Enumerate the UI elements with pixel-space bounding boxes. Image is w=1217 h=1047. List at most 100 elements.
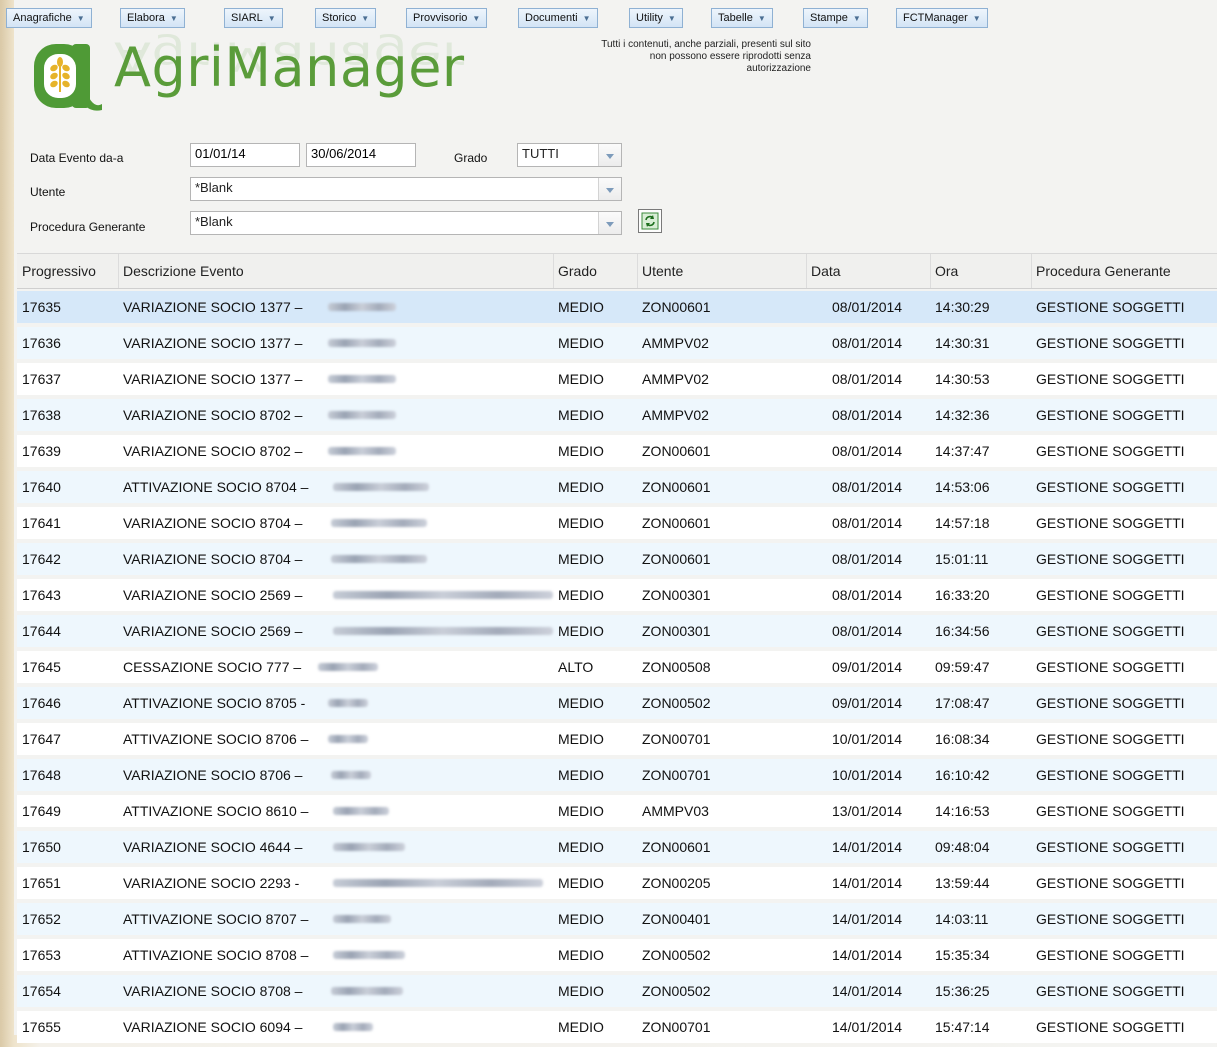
cell-ora: 16:33:20 bbox=[935, 587, 990, 603]
col-header-grado[interactable]: Grado bbox=[558, 263, 597, 279]
cell-procedura: GESTIONE SOGGETTI bbox=[1036, 803, 1185, 819]
cell-data: 08/01/2014 bbox=[832, 623, 903, 639]
col-header-utente[interactable]: Utente bbox=[642, 263, 683, 279]
cell-ora: 09:48:04 bbox=[935, 839, 990, 855]
table-row[interactable]: 17641 VARIAZIONE SOCIO 8704 – MEDIO ZON0060… bbox=[17, 507, 1217, 539]
cell-procedura: GESTIONE SOGGETTI bbox=[1036, 479, 1185, 495]
cell-descrizione: ATTIVAZIONE SOCIO 8708 – bbox=[123, 947, 309, 963]
cell-descrizione: VARIAZIONE SOCIO 6094 – bbox=[123, 1019, 303, 1035]
cell-ora: 14:30:31 bbox=[935, 335, 990, 351]
table-row[interactable]: 17650 VARIAZIONE SOCIO 4644 – MEDIO ZON0060… bbox=[17, 831, 1217, 863]
cell-ora: 14:37:47 bbox=[935, 443, 990, 459]
utente-select[interactable]: *Blank bbox=[190, 177, 622, 201]
chevron-down-icon[interactable] bbox=[598, 144, 621, 166]
col-header-procedura[interactable]: Procedura Generante bbox=[1036, 263, 1171, 279]
table-row[interactable]: 17635 VARIAZIONE SOCIO 1377 – MEDIO ZON0060… bbox=[17, 291, 1217, 323]
table-row[interactable]: 17654 VARIAZIONE SOCIO 8708 – MEDIO ZON0050… bbox=[17, 975, 1217, 1007]
redacted-name bbox=[331, 771, 371, 779]
menu-anagrafiche[interactable]: Anagrafiche ▼ bbox=[6, 8, 92, 28]
date-from-input[interactable]: 01/01/14 bbox=[190, 143, 300, 167]
cell-utente: ZON00401 bbox=[642, 911, 711, 927]
table-row[interactable]: 17639 VARIAZIONE SOCIO 8702 – MEDIO ZON0060… bbox=[17, 435, 1217, 467]
cell-utente: ZON00601 bbox=[642, 839, 711, 855]
table-row[interactable]: 17636 VARIAZIONE SOCIO 1377 – MEDIO AMMPV02… bbox=[17, 327, 1217, 359]
cell-ora: 16:34:56 bbox=[935, 623, 990, 639]
cell-utente: ZON00601 bbox=[642, 299, 711, 315]
table-row[interactable]: 17640 ATTIVAZIONE SOCIO 8704 – MEDIO ZON006… bbox=[17, 471, 1217, 503]
chevron-down-icon[interactable] bbox=[598, 178, 621, 200]
cell-descrizione: VARIAZIONE SOCIO 8708 – bbox=[123, 983, 303, 999]
table-row[interactable]: 17645 CESSAZIONE SOCIO 777 – ALTO ZON00508 0… bbox=[17, 651, 1217, 683]
procedura-label: Procedura Generante bbox=[30, 220, 146, 234]
cell-grado: MEDIO bbox=[558, 443, 604, 459]
table-row[interactable]: 17648 VARIAZIONE SOCIO 8706 – MEDIO ZON0070… bbox=[17, 759, 1217, 791]
cell-utente: ZON00601 bbox=[642, 515, 711, 531]
cell-utente: ZON00301 bbox=[642, 623, 711, 639]
table-row[interactable]: 17644 VARIAZIONE SOCIO 2569 – MEDIO ZON0030… bbox=[17, 615, 1217, 647]
table-row[interactable]: 17653 ATTIVAZIONE SOCIO 8708 – MEDIO ZON005… bbox=[17, 939, 1217, 971]
table-row[interactable]: 17643 VARIAZIONE SOCIO 2569 – MEDIO ZON0030… bbox=[17, 579, 1217, 611]
cell-procedura: GESTIONE SOGGETTI bbox=[1036, 299, 1185, 315]
menu-storico[interactable]: Storico ▼ bbox=[315, 8, 377, 28]
redacted-name bbox=[328, 735, 368, 743]
cell-descrizione: ATTIVAZIONE SOCIO 8706 – bbox=[123, 731, 309, 747]
cell-utente: AMMPV03 bbox=[642, 803, 709, 819]
menu-documenti[interactable]: Documenti ▼ bbox=[518, 8, 598, 28]
col-header-progressivo[interactable]: Progressivo bbox=[22, 263, 96, 279]
table-row[interactable]: 17642 VARIAZIONE SOCIO 8704 – MEDIO ZON0060… bbox=[17, 543, 1217, 575]
cell-grado: MEDIO bbox=[558, 947, 604, 963]
cell-grado: MEDIO bbox=[558, 839, 604, 855]
table-row[interactable]: 17646 ATTIVAZIONE SOCIO 8705 - MEDIO ZON005… bbox=[17, 687, 1217, 719]
cell-descrizione: ATTIVAZIONE SOCIO 8707 – bbox=[123, 911, 309, 927]
procedura-select[interactable]: *Blank bbox=[190, 211, 622, 235]
chevron-down-icon: ▼ bbox=[972, 14, 981, 23]
cell-data: 14/01/2014 bbox=[832, 839, 903, 855]
cell-utente: ZON00701 bbox=[642, 731, 711, 747]
grado-select[interactable]: TUTTI bbox=[517, 143, 622, 167]
table-row[interactable]: 17647 ATTIVAZIONE SOCIO 8706 – MEDIO ZON007… bbox=[17, 723, 1217, 755]
col-header-data[interactable]: Data bbox=[811, 263, 841, 279]
cell-progressivo: 17651 bbox=[22, 875, 61, 891]
table-row[interactable]: 17651 VARIAZIONE SOCIO 2293 - MEDIO ZON0020… bbox=[17, 867, 1217, 899]
cell-descrizione: VARIAZIONE SOCIO 8704 – bbox=[123, 551, 303, 567]
menu-siarl[interactable]: SIARL ▼ bbox=[224, 8, 283, 28]
cell-progressivo: 17641 bbox=[22, 515, 61, 531]
cell-progressivo: 17645 bbox=[22, 659, 61, 675]
cell-utente: AMMPV02 bbox=[642, 407, 709, 423]
menu-tabelle[interactable]: Tabelle ▼ bbox=[711, 8, 773, 28]
table-row[interactable]: 17638 VARIAZIONE SOCIO 8702 – MEDIO AMMPV02… bbox=[17, 399, 1217, 431]
refresh-button[interactable] bbox=[638, 209, 662, 233]
menu-elabora[interactable]: Elabora ▼ bbox=[120, 8, 185, 28]
redacted-name bbox=[333, 627, 553, 635]
col-header-descrizione[interactable]: Descrizione Evento bbox=[123, 263, 244, 279]
menu-label: Elabora bbox=[127, 12, 165, 24]
cell-descrizione: ATTIVAZIONE SOCIO 8704 – bbox=[123, 479, 309, 495]
table-row[interactable]: 17637 VARIAZIONE SOCIO 1377 – MEDIO AMMPV02… bbox=[17, 363, 1217, 395]
menu-fctmanager[interactable]: FCTManager ▼ bbox=[896, 8, 988, 28]
cell-descrizione: VARIAZIONE SOCIO 2569 – bbox=[123, 623, 303, 639]
menu-label: Documenti bbox=[525, 12, 578, 24]
menu-label: Stampe bbox=[810, 12, 848, 24]
date-to-input[interactable]: 30/06/2014 bbox=[306, 143, 416, 167]
chevron-down-icon: ▼ bbox=[361, 14, 370, 23]
menu-provvisorio[interactable]: Provvisorio ▼ bbox=[406, 8, 488, 28]
chevron-down-icon[interactable] bbox=[598, 212, 621, 234]
logo-reflection: AgriManager bbox=[114, 32, 465, 80]
chevron-down-icon: ▼ bbox=[76, 14, 85, 23]
menu-utility[interactable]: Utility ▼ bbox=[629, 8, 683, 28]
redacted-name bbox=[333, 483, 429, 491]
col-header-ora[interactable]: Ora bbox=[935, 263, 958, 279]
menu-stampe[interactable]: Stampe ▼ bbox=[803, 8, 868, 28]
table-row[interactable]: 17655 VARIAZIONE SOCIO 6094 – MEDIO ZON0070… bbox=[17, 1011, 1217, 1043]
cell-data: 08/01/2014 bbox=[832, 299, 903, 315]
cell-ora: 15:36:25 bbox=[935, 983, 990, 999]
cell-grado: MEDIO bbox=[558, 551, 604, 567]
cell-utente: ZON00502 bbox=[642, 947, 711, 963]
table-row[interactable]: 17649 ATTIVAZIONE SOCIO 8610 – MEDIO AMMPV0… bbox=[17, 795, 1217, 827]
table-row[interactable]: 17652 ATTIVAZIONE SOCIO 8707 – MEDIO ZON004… bbox=[17, 903, 1217, 935]
cell-grado: MEDIO bbox=[558, 623, 604, 639]
grado-value: TUTTI bbox=[522, 146, 559, 161]
cell-ora: 16:10:42 bbox=[935, 767, 990, 783]
cell-data: 14/01/2014 bbox=[832, 911, 903, 927]
cell-ora: 17:08:47 bbox=[935, 695, 990, 711]
